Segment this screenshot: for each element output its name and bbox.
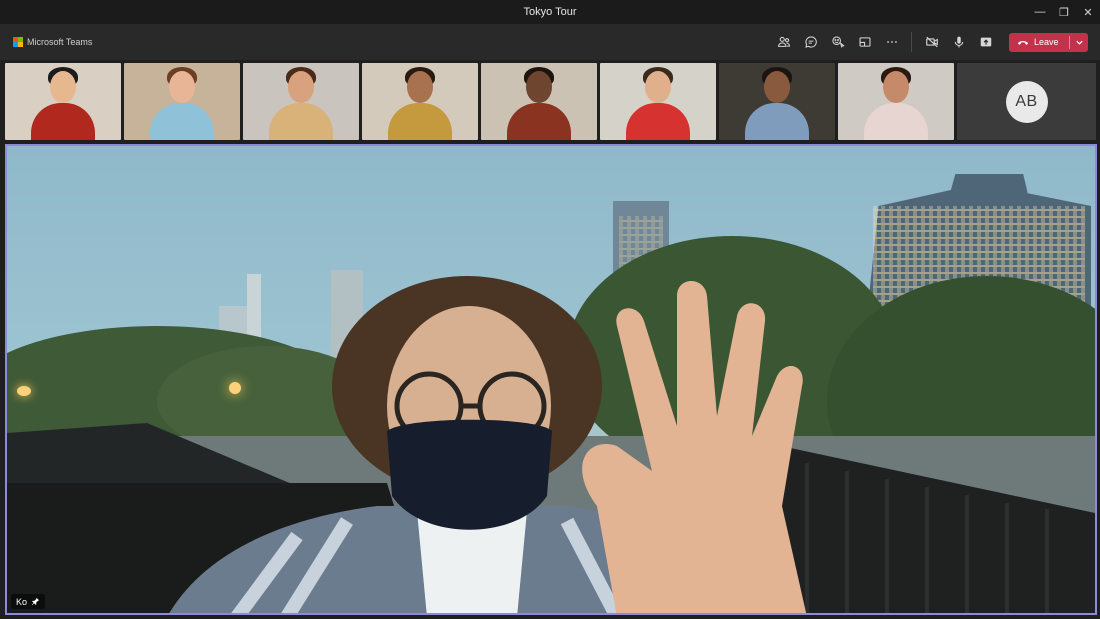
leave-button[interactable]: Leave [1009,32,1088,52]
participants-icon[interactable] [773,31,795,53]
speaker-name: Ko [16,596,28,607]
participant-face [526,71,552,103]
avatar: AB [1005,80,1048,123]
participant-face [764,71,790,103]
participant-face [883,71,909,103]
speaker-video [169,276,807,613]
app-brand: Microsoft Teams [13,37,92,47]
microsoft-logo-icon [13,37,23,47]
minimize-button[interactable]: — [1028,0,1052,24]
participant-tile[interactable] [362,63,478,140]
leave-label: Leave [1034,37,1059,47]
meeting-toolbar: Microsoft Teams Leave [0,24,1100,60]
participant-tile[interactable] [481,63,597,140]
participant-tile[interactable] [124,63,240,140]
leave-options-button[interactable] [1070,33,1088,52]
main-video-stage[interactable]: Ko [5,144,1097,615]
speaker-name-tag: Ko [11,594,46,609]
chevron-down-icon [1075,40,1083,45]
lamp-light-2 [17,386,31,396]
app-name: Microsoft Teams [27,37,93,47]
rooms-icon[interactable] [854,31,876,53]
participant-face [50,71,76,103]
window-title: Tokyo Tour [523,6,577,18]
participant-tile[interactable] [719,63,835,140]
meeting-controls: Leave [770,24,1088,60]
logo-square [18,42,23,47]
participant-tile[interactable] [5,63,121,140]
microphone-icon[interactable] [948,31,970,53]
leave-main[interactable]: Leave [1009,33,1069,52]
participant-face [169,71,195,103]
window-controls: — ❐ ✕ [1028,0,1100,24]
participant-tile[interactable] [600,63,716,140]
close-button[interactable]: ✕ [1076,0,1100,24]
phone-hangup-icon [1017,41,1029,45]
toolbar-divider [911,32,912,52]
reactions-icon[interactable] [827,31,849,53]
participant-tile[interactable] [243,63,359,140]
participant-face [407,71,433,103]
chat-icon[interactable] [800,31,822,53]
participant-tile-avatar[interactable]: AB [957,63,1096,140]
participant-face [288,71,314,103]
camera-off-icon[interactable] [921,31,943,53]
pin-icon [32,597,40,606]
title-bar: Tokyo Tour — ❐ ✕ [0,0,1100,24]
more-icon[interactable] [881,31,903,53]
share-icon[interactable] [975,31,997,53]
participant-face [645,71,671,103]
participant-tile[interactable] [838,63,954,140]
participant-strip: AB [5,63,1096,140]
maximize-button[interactable]: ❐ [1052,0,1076,24]
